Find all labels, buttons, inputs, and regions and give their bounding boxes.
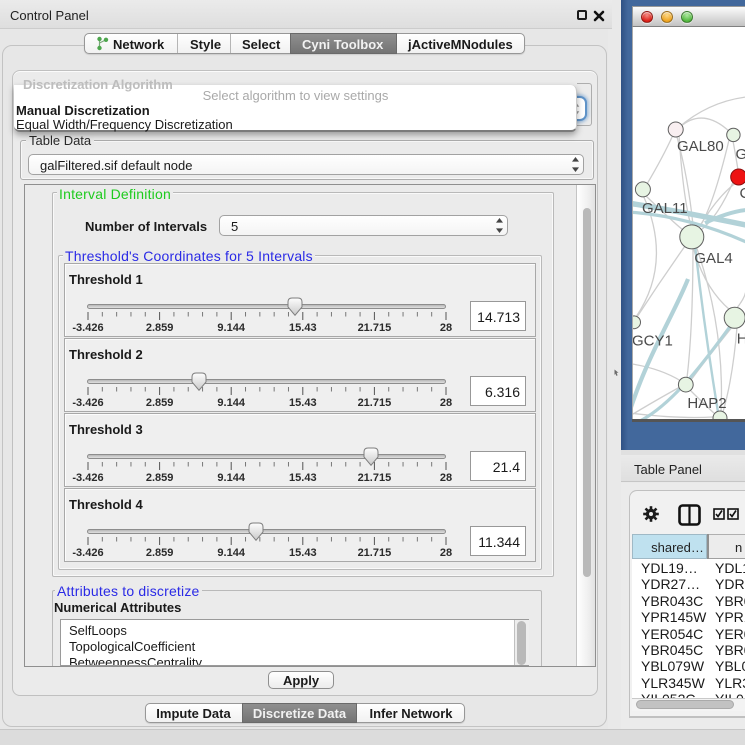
svg-text:GAL11: GAL11 [642,200,688,217]
svg-text:H: H [737,331,745,348]
svg-text:GAL4: GAL4 [694,250,732,267]
svg-text:C: C [740,185,745,202]
svg-text:GCY1: GCY1 [633,333,673,350]
svg-text:GAL80: GAL80 [677,138,724,155]
svg-text:HAP2: HAP2 [687,395,726,412]
svg-text:GA: GA [736,146,745,163]
